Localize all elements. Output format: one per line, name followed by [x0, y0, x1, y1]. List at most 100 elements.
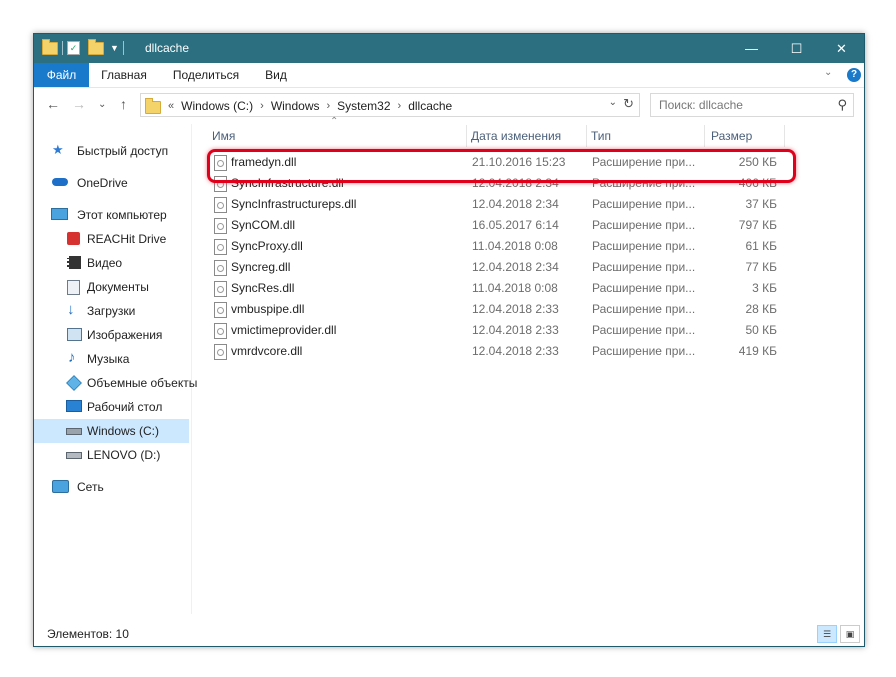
sidebar-item-documents[interactable]: Документы: [34, 275, 189, 299]
address-dropdown-icon[interactable]: ⌄: [609, 97, 617, 108]
desktop-icon: [66, 400, 82, 412]
sidebar-item-label: Windows (C:): [87, 424, 160, 438]
sidebar-item-this-pc[interactable]: Этот компьютер: [34, 203, 189, 227]
tab-share[interactable]: Поделиться: [166, 63, 246, 87]
breadcrumb-item[interactable]: System32: [337, 99, 390, 113]
sort-ascending-icon: ⌃: [330, 116, 339, 127]
file-name: vmrdvcore.dll: [231, 344, 303, 358]
refresh-icon[interactable]: ↻: [623, 96, 634, 112]
system-drive-icon: [66, 428, 82, 435]
status-bar: Элементов: 10 ☰ ▣: [34, 621, 864, 646]
column-header-name[interactable]: Имя: [212, 129, 235, 143]
file-row[interactable]: vmbuspipe.dll 12.04.2018 2:33 Расширение…: [204, 299, 794, 320]
file-type: Расширение при...: [592, 344, 696, 358]
sidebar-item-downloads[interactable]: ↓ Загрузки: [34, 299, 189, 323]
file-row[interactable]: framedyn.dll 21.10.2016 15:23 Расширение…: [204, 152, 794, 173]
file-type: Расширение при...: [592, 176, 696, 190]
dll-file-icon: [214, 155, 227, 171]
breadcrumb-overflow[interactable]: «: [168, 100, 174, 112]
sidebar-item-pictures[interactable]: Изображения: [34, 323, 189, 347]
tab-file[interactable]: Файл: [34, 63, 89, 87]
minimize-button[interactable]: —: [729, 34, 774, 63]
video-icon: [67, 256, 81, 269]
sidebar-item-desktop[interactable]: Рабочий стол: [34, 395, 189, 419]
large-icons-view-icon[interactable]: ▣: [840, 625, 860, 643]
file-date: 12.04.2018 2:33: [472, 323, 559, 337]
sidebar-item-quick-access[interactable]: ★ Быстрый доступ: [34, 139, 189, 163]
column-divider[interactable]: [704, 125, 705, 147]
file-date: 21.10.2016 15:23: [472, 155, 566, 169]
file-date: 12.04.2018 2:34: [472, 260, 559, 274]
file-row[interactable]: SyncProxy.dll 11.04.2018 0:08 Расширение…: [204, 236, 794, 257]
sidebar-item-label: Загрузки: [87, 304, 136, 318]
music-icon: ♪: [68, 349, 76, 366]
file-size: 3 КБ: [752, 281, 777, 295]
file-name: vmbuspipe.dll: [231, 302, 305, 316]
customize-toolbar-dropdown-icon[interactable]: ▼: [110, 43, 119, 53]
downloads-icon: ↓: [67, 301, 75, 318]
tab-home[interactable]: Главная: [92, 63, 156, 87]
breadcrumb-chevron-icon[interactable]: ›: [327, 100, 331, 112]
sidebar-item-lenovo-d[interactable]: LENOVO (D:): [34, 443, 189, 467]
recent-locations-chevron-icon[interactable]: ⌄: [98, 99, 106, 110]
file-type: Расширение при...: [592, 302, 696, 316]
file-row[interactable]: SynCOM.dll 16.05.2017 6:14 Расширение пр…: [204, 215, 794, 236]
forward-arrow-icon[interactable]: →: [72, 96, 86, 112]
close-button[interactable]: ✕: [819, 34, 864, 63]
up-arrow-icon[interactable]: ↑: [120, 96, 127, 112]
file-date: 12.04.2018 2:33: [472, 302, 559, 316]
column-divider[interactable]: [586, 125, 587, 147]
file-size: 250 КБ: [738, 155, 777, 169]
column-divider[interactable]: [784, 125, 785, 147]
column-header-type[interactable]: Тип: [591, 129, 611, 143]
file-date: 12.04.2018 2:34: [472, 197, 559, 211]
breadcrumb-item[interactable]: dllcache: [408, 99, 452, 113]
dll-file-icon: [214, 197, 227, 213]
sidebar-item-label: Объемные объекты: [87, 376, 198, 390]
sidebar-item-reachit-drive[interactable]: REACHit Drive: [34, 227, 189, 251]
dll-file-icon: [214, 218, 227, 234]
sidebar-item-video[interactable]: Видео: [34, 251, 189, 275]
file-size: 37 КБ: [745, 197, 777, 211]
column-divider[interactable]: [466, 125, 467, 147]
documents-icon: [67, 280, 80, 295]
file-date: 11.04.2018 0:08: [472, 281, 558, 295]
file-row[interactable]: Syncreg.dll 12.04.2018 2:34 Расширение п…: [204, 257, 794, 278]
file-name: SyncRes.dll: [231, 281, 295, 295]
details-view-icon[interactable]: ☰: [817, 625, 837, 643]
file-row[interactable]: SyncInfrastructure.dll 12.04.2018 2:34 Р…: [204, 173, 794, 194]
column-header-size[interactable]: Размер: [711, 129, 752, 143]
sidebar-item-windows-c[interactable]: Windows (C:): [34, 419, 189, 443]
file-row[interactable]: SyncRes.dll 11.04.2018 0:08 Расширение п…: [204, 278, 794, 299]
breadcrumb-chevron-icon[interactable]: ›: [398, 100, 402, 112]
title-bar[interactable]: ✓ ▼ dllcache — ☐ ✕: [34, 34, 864, 63]
file-row[interactable]: vmictimeprovider.dll 12.04.2018 2:33 Рас…: [204, 320, 794, 341]
breadcrumb-chevron-icon[interactable]: ›: [260, 100, 264, 112]
file-size: 419 КБ: [738, 344, 777, 358]
back-arrow-icon[interactable]: ←: [46, 96, 60, 112]
sidebar-item-network[interactable]: Сеть: [34, 475, 189, 499]
search-icon[interactable]: ⚲: [837, 97, 847, 113]
file-name: SynCOM.dll: [231, 218, 296, 232]
sidebar-item-3d-objects[interactable]: Объемные объекты: [34, 371, 197, 395]
file-row[interactable]: vmrdvcore.dll 12.04.2018 2:33 Расширение…: [204, 341, 794, 362]
sidebar-item-label: OneDrive: [77, 176, 128, 190]
breadcrumb-item[interactable]: Windows (C:): [181, 99, 253, 113]
folder-icon: [145, 98, 161, 114]
sidebar-item-music[interactable]: ♪ Музыка: [34, 347, 189, 371]
pictures-icon: [67, 328, 82, 341]
sidebar-item-onedrive[interactable]: OneDrive: [34, 171, 189, 195]
file-row[interactable]: SyncInfrastructureps.dll 12.04.2018 2:34…: [204, 194, 794, 215]
file-size: 406 КБ: [738, 176, 777, 190]
ribbon-tabs: Файл Главная Поделиться Вид ⌄ ?: [34, 63, 864, 88]
properties-icon[interactable]: ✓: [67, 41, 80, 55]
tab-view[interactable]: Вид: [256, 63, 296, 87]
address-bar[interactable]: « Windows (C:) › Windows › System32 › dl…: [140, 93, 640, 117]
search-input[interactable]: Поиск: dllcache ⚲: [650, 93, 854, 117]
maximize-button[interactable]: ☐: [774, 34, 819, 63]
help-icon[interactable]: ?: [847, 68, 861, 82]
new-folder-icon[interactable]: [88, 38, 104, 55]
breadcrumb-item[interactable]: Windows: [271, 99, 320, 113]
column-header-date[interactable]: Дата изменения: [471, 129, 561, 143]
expand-ribbon-chevron-icon[interactable]: ⌄: [824, 67, 832, 78]
